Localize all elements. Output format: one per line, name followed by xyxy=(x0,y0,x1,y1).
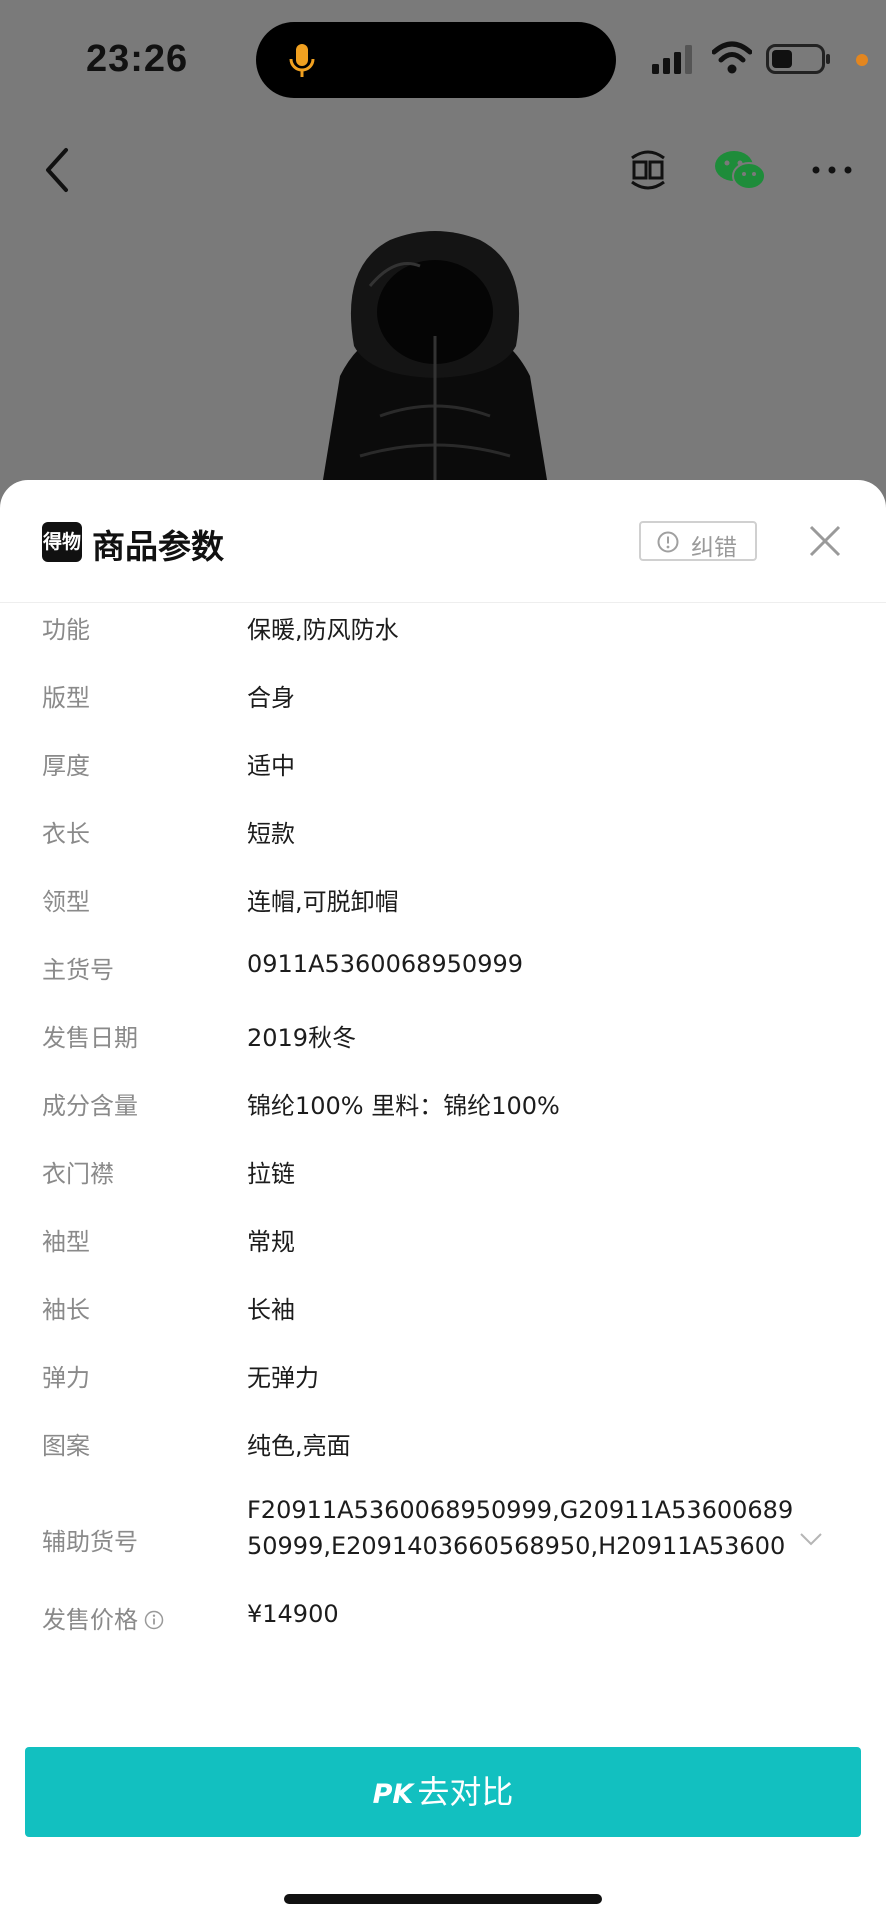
cellular-signal-icon xyxy=(652,45,692,74)
microphone-icon xyxy=(289,44,315,77)
status-time: 23:26 xyxy=(86,38,189,80)
param-value: 保暖,防风防水 xyxy=(247,616,399,644)
product-params-sheet: 得物 商品参数 纠错 功能 保暖,防风防水 版型 合身 厚度 适中 衣长 短款 … xyxy=(0,480,886,1920)
dewu-logo: 得物 xyxy=(42,522,82,562)
nav-bar xyxy=(0,120,886,220)
param-key: 衣长 xyxy=(42,820,90,848)
wifi-icon xyxy=(712,41,752,74)
pk-compare-button[interactable]: PK 去对比 xyxy=(25,1747,861,1837)
param-key: 主货号 xyxy=(42,956,114,984)
param-key: 图案 xyxy=(42,1432,90,1460)
compare-label: 去对比 xyxy=(417,1773,514,1811)
param-value: F20911A5360068950999,G20911A536006895099… xyxy=(247,1496,794,1560)
chevron-down-icon[interactable] xyxy=(798,1530,824,1548)
battery-icon xyxy=(766,44,830,74)
sell-icon[interactable] xyxy=(626,144,670,196)
exclamation-circle-icon xyxy=(657,531,679,553)
param-value: 连帽,可脱卸帽 xyxy=(247,888,399,916)
param-value: 合身 xyxy=(247,684,295,712)
wechat-share-icon[interactable] xyxy=(712,144,768,196)
param-key: 衣门襟 xyxy=(42,1160,114,1188)
param-key-with-info: 发售价格 xyxy=(42,1600,164,1635)
param-value: 常规 xyxy=(247,1228,295,1256)
info-icon[interactable] xyxy=(144,1610,164,1630)
report-error-label: 纠错 xyxy=(691,535,737,561)
param-key: 厚度 xyxy=(42,752,90,780)
param-value: 纯色,亮面 xyxy=(247,1432,351,1460)
param-key: 版型 xyxy=(42,684,90,712)
privacy-indicator xyxy=(856,54,868,66)
close-icon[interactable] xyxy=(806,522,844,560)
param-key: 功能 xyxy=(42,616,90,644)
param-key: 袖长 xyxy=(42,1296,90,1324)
param-value: 适中 xyxy=(247,752,295,780)
param-value: 锦纶100% 里料：锦纶100% xyxy=(247,1092,560,1120)
home-indicator[interactable] xyxy=(284,1894,602,1904)
param-value: 2019秋冬 xyxy=(247,1024,357,1052)
sheet-header: 得物 商品参数 纠错 xyxy=(0,480,886,603)
param-value: 拉链 xyxy=(247,1160,295,1188)
back-icon[interactable] xyxy=(38,144,78,196)
param-key: 袖型 xyxy=(42,1228,90,1256)
param-value: 短款 xyxy=(247,820,295,848)
param-value: 0911A5360068950999 xyxy=(247,950,523,978)
param-key: 发售日期 xyxy=(42,1024,138,1052)
param-key: 发售价格 xyxy=(42,1606,138,1634)
more-icon[interactable] xyxy=(808,150,856,190)
param-key: 弹力 xyxy=(42,1364,90,1392)
report-error-button[interactable]: 纠错 xyxy=(639,521,757,561)
param-key: 成分含量 xyxy=(42,1092,138,1120)
param-key: 辅助货号 xyxy=(42,1528,138,1556)
status-bar: 23:26 xyxy=(0,0,886,120)
param-value: 长袖 xyxy=(247,1296,295,1324)
product-image xyxy=(322,231,548,486)
dynamic-island xyxy=(256,22,616,98)
sheet-title: 商品参数 xyxy=(92,527,224,566)
pk-label: PK xyxy=(372,1779,414,1810)
param-value: ¥14900 xyxy=(247,1600,339,1628)
param-value: 无弹力 xyxy=(247,1364,319,1392)
param-key: 领型 xyxy=(42,888,90,916)
